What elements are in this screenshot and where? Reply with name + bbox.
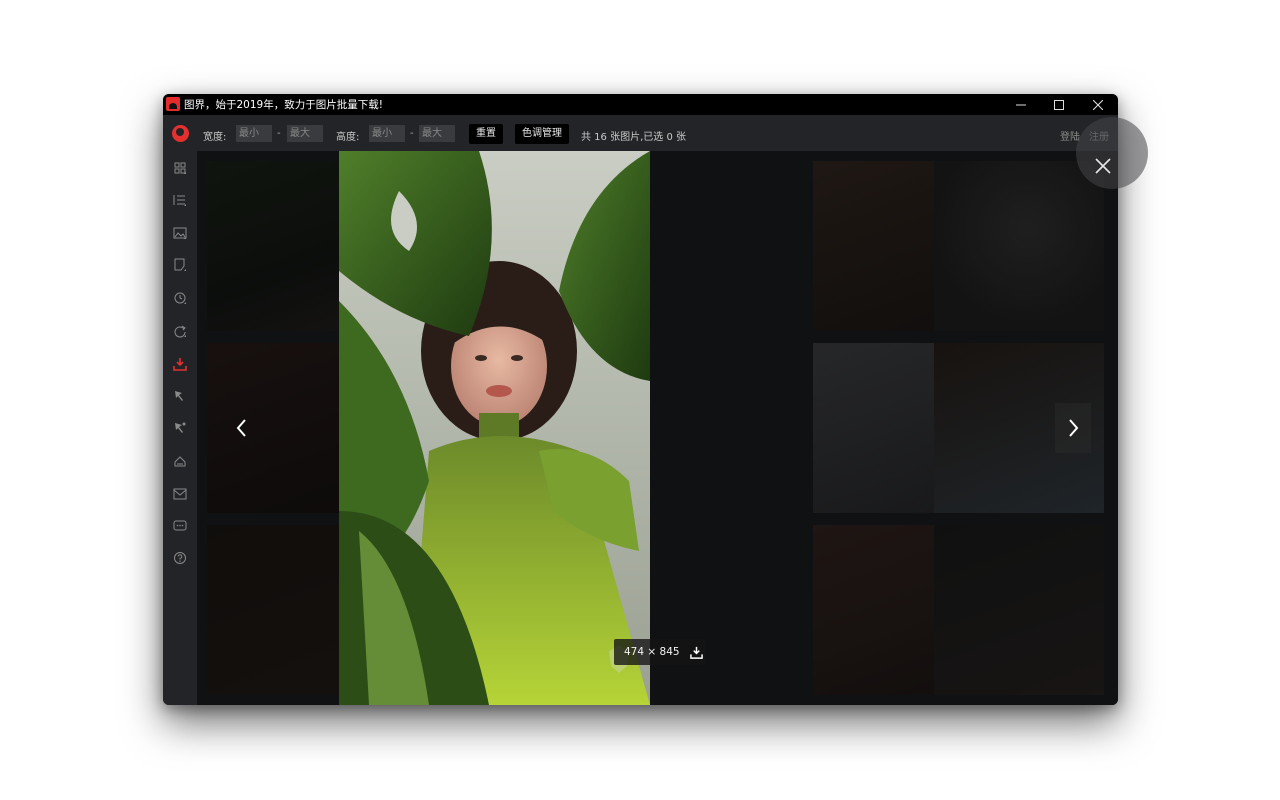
sidebar-item-grid[interactable]: [172, 160, 188, 176]
chat-icon: [173, 520, 187, 531]
download-icon[interactable]: [689, 646, 703, 659]
preview-image: [339, 151, 650, 705]
maximize-icon: [1054, 99, 1064, 110]
image-size-text: 474 × 845: [624, 646, 680, 658]
width-min-input[interactable]: 最小: [236, 125, 272, 142]
minimize-icon: [1016, 104, 1026, 105]
sidebar-item-note[interactable]: [172, 257, 188, 273]
title-bar[interactable]: 图界，始于2019年，致力于图片批量下载!: [163, 94, 1118, 115]
history-icon: [174, 292, 186, 304]
cursor-icon: [175, 391, 183, 401]
sidebar-item-image[interactable]: [172, 225, 188, 241]
note-icon: [174, 258, 186, 271]
sidebar-item-mail[interactable]: [172, 486, 188, 502]
sidebar: [163, 151, 197, 705]
color-manage-button[interactable]: 色调管理: [515, 124, 569, 144]
chevron-right-icon: [1069, 419, 1079, 437]
height-dash: -: [410, 128, 414, 139]
list-icon: [173, 195, 186, 206]
refresh-icon: [174, 325, 186, 338]
close-icon: [1093, 99, 1103, 110]
close-preview-button[interactable]: [1076, 117, 1148, 189]
height-label: 高度:: [336, 132, 360, 143]
image-icon: [173, 227, 187, 239]
minimize-button[interactable]: [1002, 94, 1040, 115]
sidebar-item-cursor[interactable]: [172, 388, 188, 404]
sidebar-item-list[interactable]: [172, 192, 188, 208]
height-min-input[interactable]: 最小: [369, 125, 405, 142]
width-label: 宽度:: [203, 132, 227, 143]
previous-image-button[interactable]: [224, 403, 260, 453]
brand-logo-icon[interactable]: [172, 125, 189, 142]
height-max-input[interactable]: 最大: [419, 125, 455, 142]
chevron-left-icon: [236, 419, 246, 437]
mail-icon: [173, 488, 187, 500]
image-size-badge: 474 × 845: [614, 639, 706, 665]
close-window-button[interactable]: [1079, 94, 1117, 115]
window-title: 图界，始于2019年，致力于图片批量下载!: [184, 99, 383, 111]
image-count-status: 共 16 张图片,已选 0 张: [581, 132, 686, 143]
sidebar-item-refresh[interactable]: [172, 323, 188, 339]
sidebar-item-chat[interactable]: [172, 518, 188, 534]
maximize-button[interactable]: [1040, 94, 1078, 115]
close-icon: [1095, 158, 1111, 174]
download-icon: [173, 358, 187, 371]
sidebar-item-download[interactable]: [172, 356, 188, 372]
next-image-button[interactable]: [1055, 403, 1091, 453]
sidebar-item-help[interactable]: [172, 550, 188, 566]
width-dash: -: [277, 128, 281, 139]
sidebar-item-cursor-settings[interactable]: [172, 420, 188, 436]
tag-icon: [174, 456, 186, 467]
app-logo-icon: [166, 97, 180, 111]
reset-button[interactable]: 重置: [469, 124, 503, 144]
help-icon: [174, 552, 186, 564]
grid-icon: [174, 162, 186, 174]
preview-overlay[interactable]: [197, 151, 1118, 705]
width-max-input[interactable]: 最大: [287, 125, 323, 142]
cursor-settings-icon: [175, 422, 186, 433]
toolbar: 宽度: 最小 - 最大 高度: 最小 - 最大 重置 色调管理 共 16 张图片…: [163, 115, 1118, 151]
sidebar-item-history[interactable]: [172, 290, 188, 306]
preview-photo: [339, 151, 650, 705]
sidebar-item-tag[interactable]: [172, 453, 188, 469]
